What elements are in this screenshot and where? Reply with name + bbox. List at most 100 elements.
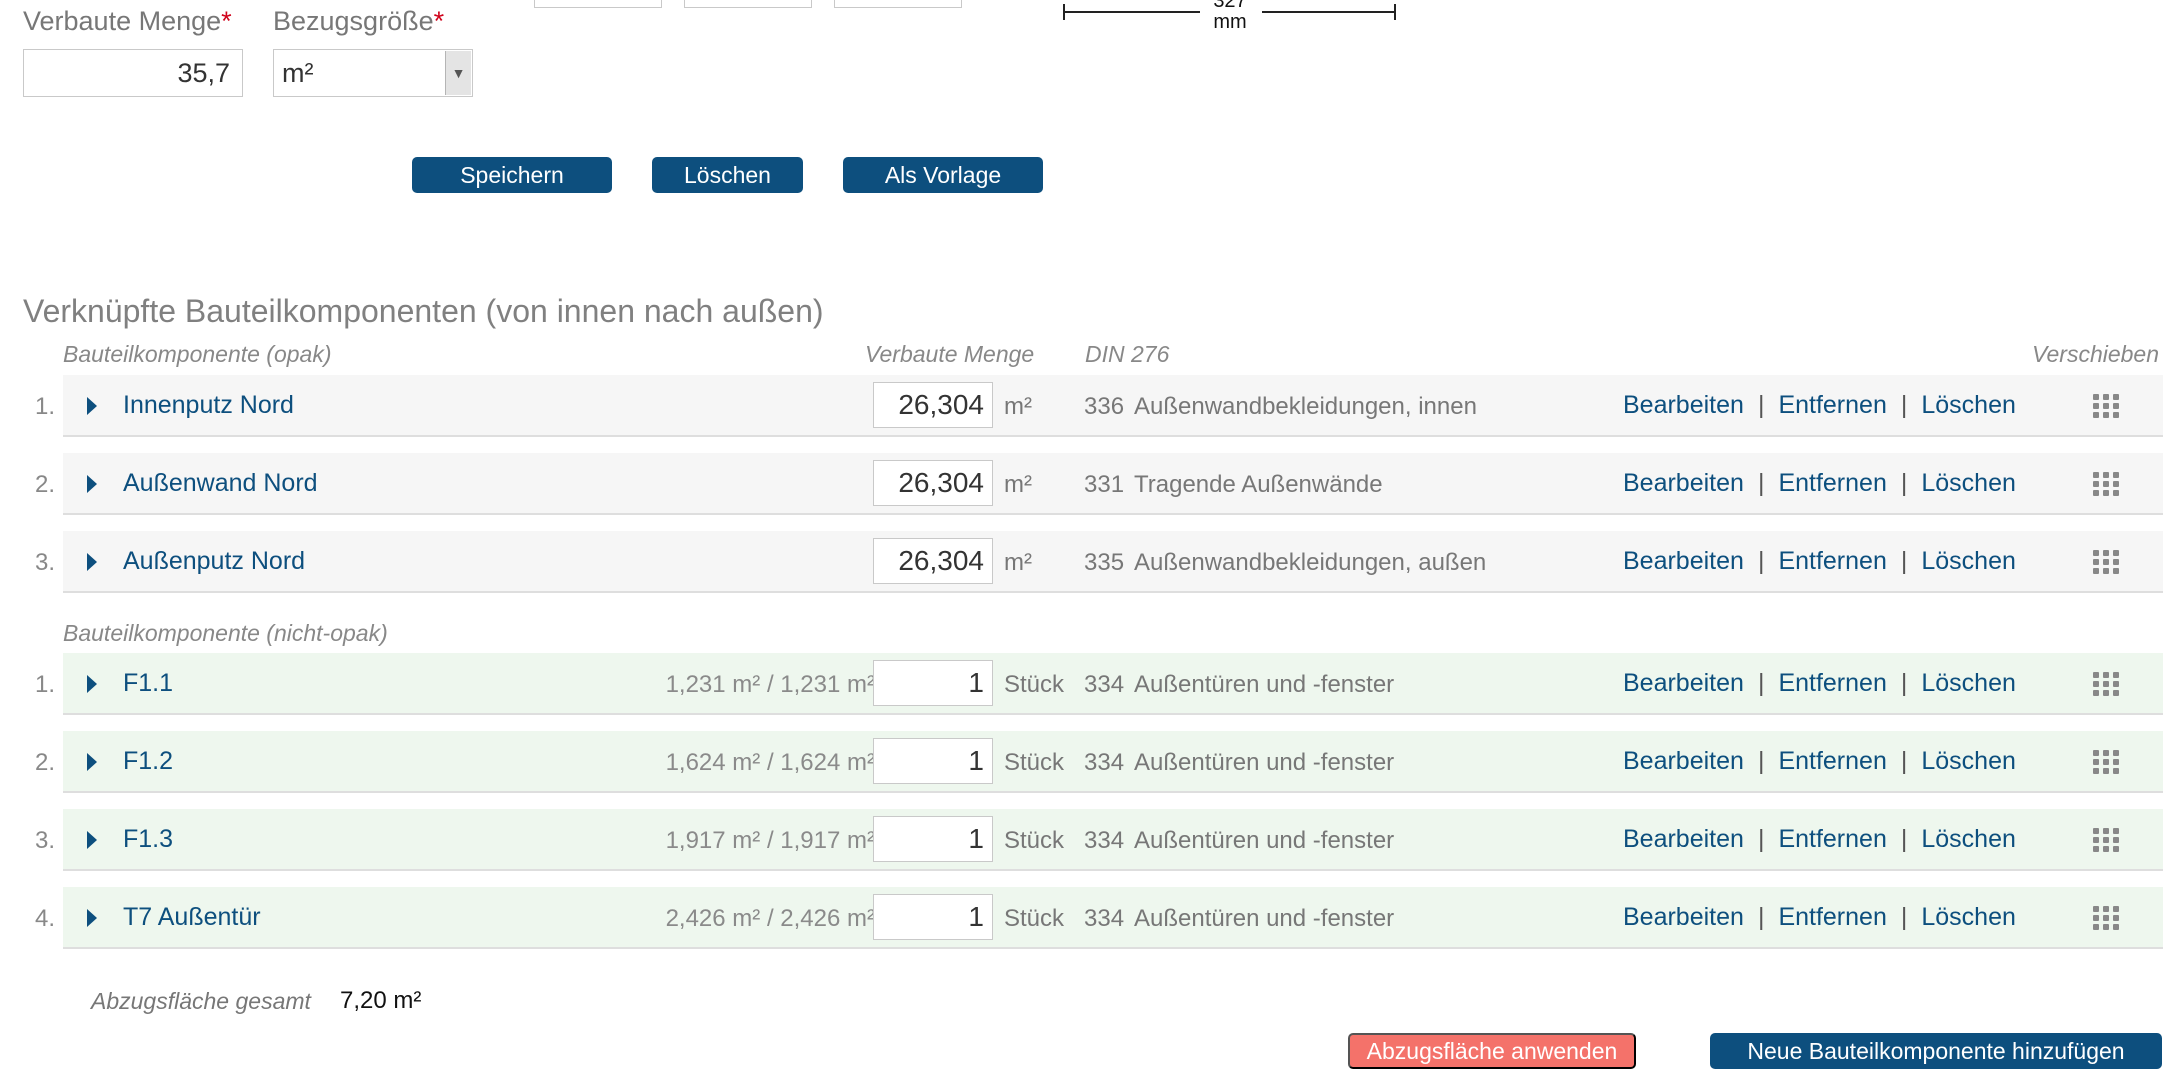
component-name-link[interactable]: Außenputz Nord bbox=[123, 547, 305, 576]
edit-link[interactable]: Bearbeiten bbox=[1623, 747, 1744, 775]
din-label: Tragende Außenwände bbox=[1134, 471, 1383, 498]
action-separator: | bbox=[1757, 469, 1765, 497]
save-as-template-button[interactable]: Als Vorlage bbox=[843, 157, 1043, 193]
quantity-input[interactable]: 1 bbox=[873, 894, 993, 940]
drag-handle-icon[interactable] bbox=[2093, 750, 2121, 774]
edit-link[interactable]: Bearbeiten bbox=[1623, 825, 1744, 853]
remove-link[interactable]: Entfernen bbox=[1778, 547, 1886, 575]
delete-link[interactable]: Löschen bbox=[1921, 825, 2016, 853]
cutoff-input-1[interactable] bbox=[534, 0, 662, 8]
drag-handle-icon[interactable] bbox=[2093, 394, 2121, 418]
action-separator: | bbox=[1757, 669, 1765, 697]
expand-caret-icon[interactable] bbox=[87, 831, 97, 849]
column-header-move: Verschieben bbox=[2032, 341, 2160, 367]
row-actions: Bearbeiten | Entfernen | Löschen bbox=[1623, 825, 2016, 854]
quantity-unit: m² bbox=[1004, 471, 1032, 498]
edit-link[interactable]: Bearbeiten bbox=[1623, 391, 1744, 419]
action-separator: | bbox=[1900, 669, 1908, 697]
din-code: 331 bbox=[1084, 471, 1125, 498]
action-separator: | bbox=[1900, 469, 1908, 497]
action-separator: | bbox=[1900, 547, 1908, 575]
quantity-unit: m² bbox=[1004, 393, 1032, 420]
add-component-button[interactable]: Neue Bauteilkomponente hinzufügen bbox=[1710, 1033, 2162, 1069]
row-number: 2. bbox=[35, 471, 56, 498]
quantity-input[interactable]: 26,304 bbox=[873, 382, 993, 428]
delete-link[interactable]: Löschen bbox=[1921, 391, 2016, 419]
component-name-link[interactable]: Innenputz Nord bbox=[123, 391, 294, 420]
action-separator: | bbox=[1900, 825, 1908, 853]
quantity-input[interactable]: 26,304 bbox=[873, 460, 993, 506]
quantity-unit: Stück bbox=[1004, 827, 1065, 854]
component-name-link[interactable]: F1.1 bbox=[123, 669, 173, 698]
delete-link[interactable]: Löschen bbox=[1921, 469, 2016, 497]
component-name-link[interactable]: F1.3 bbox=[123, 825, 173, 854]
deduction-total-label: Abzugsfläche gesamt bbox=[91, 988, 311, 1014]
component-name-link[interactable]: T7 Außentür bbox=[123, 903, 261, 932]
delete-link[interactable]: Löschen bbox=[1921, 547, 2016, 575]
din-label: Außenwandbekleidungen, außen bbox=[1134, 549, 1487, 576]
table-row: 2. F1.2 1,624 m² / 1,624 m² 1 Stück 334 Außent… bbox=[35, 731, 2163, 793]
edit-link[interactable]: Bearbeiten bbox=[1623, 903, 1744, 931]
drag-handle-icon[interactable] bbox=[2093, 828, 2121, 852]
expand-caret-icon[interactable] bbox=[87, 397, 97, 415]
bezugsgroesse-select[interactable]: m² ▼ bbox=[273, 49, 473, 97]
action-separator: | bbox=[1757, 547, 1765, 575]
action-separator: | bbox=[1757, 825, 1765, 853]
remove-link[interactable]: Entfernen bbox=[1778, 469, 1886, 497]
nonopak-header: Bauteilkomponente (nicht-opak) bbox=[63, 620, 388, 646]
drag-handle-icon[interactable] bbox=[2093, 550, 2121, 574]
action-separator: | bbox=[1757, 747, 1765, 775]
row-number: 4. bbox=[35, 905, 56, 932]
quantity-unit: Stück bbox=[1004, 905, 1065, 932]
table-row: 2. Außenwand Nord 26,304 m² 331 Tragende Auße… bbox=[35, 453, 2163, 515]
cutoff-input-3[interactable] bbox=[834, 0, 962, 8]
expand-caret-icon[interactable] bbox=[87, 553, 97, 571]
verbaute-menge-label: Verbaute Menge* bbox=[23, 6, 232, 36]
verbaute-menge-input[interactable]: 35,7 bbox=[23, 49, 243, 97]
expand-caret-icon[interactable] bbox=[87, 753, 97, 771]
apply-deduction-button[interactable]: Abzugsfläche anwenden bbox=[1348, 1033, 1636, 1069]
edit-link[interactable]: Bearbeiten bbox=[1623, 669, 1744, 697]
remove-link[interactable]: Entfernen bbox=[1778, 825, 1886, 853]
expand-caret-icon[interactable] bbox=[87, 675, 97, 693]
delete-link[interactable]: Löschen bbox=[1921, 669, 2016, 697]
quantity-input[interactable]: 1 bbox=[873, 660, 993, 706]
delete-link[interactable]: Löschen bbox=[1921, 903, 2016, 931]
din-code: 334 bbox=[1084, 671, 1125, 698]
row-actions: Bearbeiten | Entfernen | Löschen bbox=[1623, 547, 2016, 576]
action-separator: | bbox=[1900, 391, 1908, 419]
remove-link[interactable]: Entfernen bbox=[1778, 391, 1886, 419]
row-actions: Bearbeiten | Entfernen | Löschen bbox=[1623, 469, 2016, 498]
component-name-link[interactable]: F1.2 bbox=[123, 747, 173, 776]
column-header-opak: Bauteilkomponente (opak) bbox=[63, 341, 332, 367]
component-area: 2,426 m² / 2,426 m² bbox=[665, 905, 875, 932]
quantity-input[interactable]: 1 bbox=[873, 738, 993, 784]
delete-link[interactable]: Löschen bbox=[1921, 747, 2016, 775]
row-actions: Bearbeiten | Entfernen | Löschen bbox=[1623, 747, 2016, 776]
remove-link[interactable]: Entfernen bbox=[1778, 903, 1886, 931]
row-number: 1. bbox=[35, 393, 56, 420]
remove-link[interactable]: Entfernen bbox=[1778, 747, 1886, 775]
column-header-menge: Verbaute Menge bbox=[865, 341, 1035, 367]
component-name-link[interactable]: Außenwand Nord bbox=[123, 469, 318, 498]
delete-button[interactable]: Löschen bbox=[652, 157, 803, 193]
edit-link[interactable]: Bearbeiten bbox=[1623, 547, 1744, 575]
quantity-input[interactable]: 1 bbox=[873, 816, 993, 862]
quantity-input[interactable]: 26,304 bbox=[873, 538, 993, 584]
edit-link[interactable]: Bearbeiten bbox=[1623, 469, 1744, 497]
chevron-down-icon[interactable]: ▼ bbox=[445, 51, 471, 95]
drag-handle-icon[interactable] bbox=[2093, 906, 2121, 930]
section-title: Verknüpfte Bauteilkomponenten (von innen… bbox=[23, 293, 824, 329]
drag-handle-icon[interactable] bbox=[2093, 672, 2121, 696]
cutoff-input-2[interactable] bbox=[684, 0, 812, 8]
expand-caret-icon[interactable] bbox=[87, 475, 97, 493]
save-button[interactable]: Speichern bbox=[412, 157, 612, 193]
drag-handle-icon[interactable] bbox=[2093, 472, 2121, 496]
din-label: Außentüren und -fenster bbox=[1134, 905, 1395, 932]
table-row: 1. Innenputz Nord 26,304 m² 336 Außenwandbekl… bbox=[35, 375, 2163, 437]
expand-caret-icon[interactable] bbox=[87, 909, 97, 927]
din-code: 334 bbox=[1084, 905, 1125, 932]
remove-link[interactable]: Entfernen bbox=[1778, 669, 1886, 697]
table-row: 3. F1.3 1,917 m² / 1,917 m² 1 Stück 334 Außent… bbox=[35, 809, 2163, 871]
action-separator: | bbox=[1757, 903, 1765, 931]
